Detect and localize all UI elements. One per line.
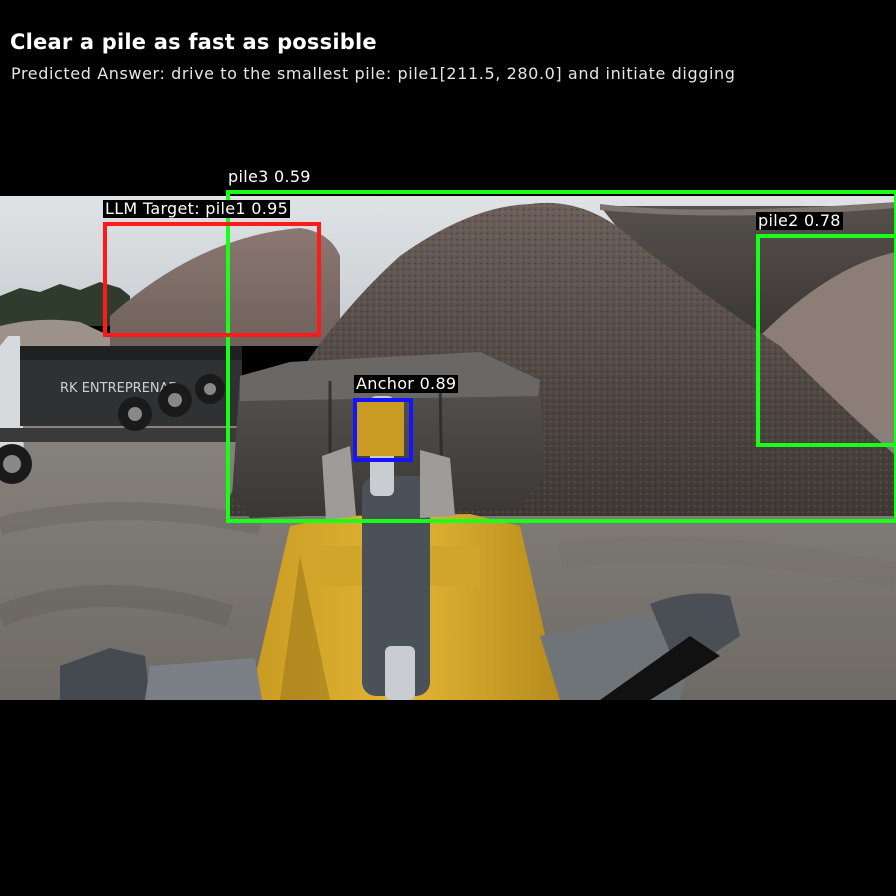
- screen: Clear a pile as fast as possible Predict…: [0, 0, 896, 896]
- predicted-answer: Predicted Answer: drive to the smallest …: [11, 64, 736, 83]
- llm-target-bbox: [103, 222, 321, 337]
- anchor-bbox-label: Anchor 0.89: [354, 374, 459, 393]
- task-title: Clear a pile as fast as possible: [10, 30, 377, 54]
- llm-target-bbox-label: LLM Target: pile1 0.95: [103, 199, 291, 218]
- pile2-bbox: [756, 234, 896, 447]
- pile2-bbox-label: pile2 0.78: [756, 211, 843, 230]
- anchor-bbox: [353, 398, 413, 462]
- pile3-bbox-label: pile3 0.59: [228, 167, 311, 186]
